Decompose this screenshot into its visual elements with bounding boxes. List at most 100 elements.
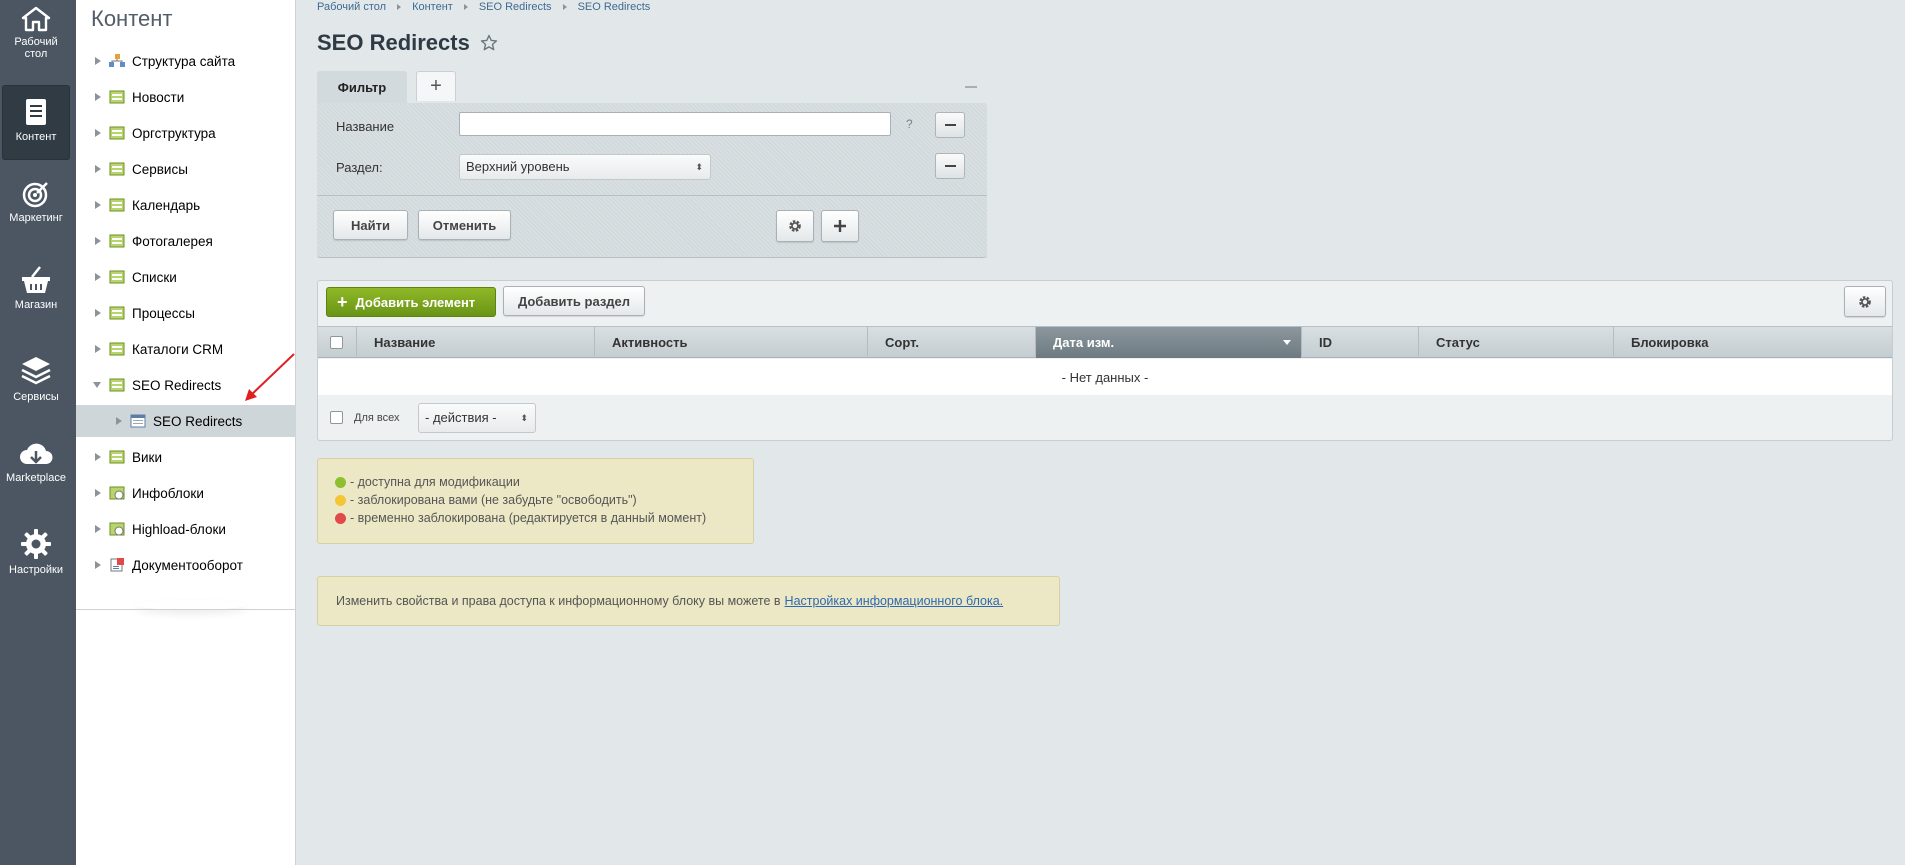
collapse-arrow-icon[interactable] — [93, 382, 101, 388]
menu-item-settings[interactable]: Настройки — [2, 528, 70, 583]
expand-arrow-icon[interactable] — [95, 489, 101, 497]
filter-tab[interactable]: Фильтр — [317, 71, 407, 103]
column-header-sort[interactable]: Сорт. — [868, 327, 1036, 358]
tree-item-label: Списки — [132, 269, 177, 285]
tree-item-photogallery[interactable]: Фотогалерея — [76, 225, 296, 257]
menu-item-services[interactable]: Сервисы — [2, 355, 70, 410]
notice-text: Изменить свойства и права доступа к инфо… — [336, 594, 781, 608]
iblock-settings-link[interactable]: Настройках информационного блока. — [785, 594, 1004, 608]
tree-item-seo-redirects-iblock[interactable]: SEO Redirects — [76, 405, 296, 437]
expand-arrow-icon[interactable] — [95, 237, 101, 245]
grid-settings-button[interactable] — [1844, 286, 1886, 317]
add-filter-field-button[interactable] — [821, 210, 859, 242]
filter-divider — [317, 195, 987, 196]
select-caret-icon: ⬍ — [520, 413, 528, 423]
apply-to-all-label: Для всех — [354, 412, 400, 424]
expand-arrow-icon[interactable] — [95, 165, 101, 173]
iblock-folder-icon — [109, 342, 125, 356]
column-header-date-modified[interactable]: Дата изм. — [1036, 327, 1302, 358]
empty-message: - Нет данных - — [1061, 369, 1149, 385]
column-header-id[interactable]: ID — [1302, 327, 1419, 358]
legend-text: - временно заблокирована (редактируется … — [350, 511, 707, 525]
remove-section-filter-button[interactable] — [935, 153, 965, 179]
minus-icon — [944, 124, 956, 126]
expand-arrow-icon[interactable] — [95, 561, 101, 569]
iblock-folder-icon — [109, 162, 125, 176]
gear-icon — [789, 220, 801, 232]
tree-item-processes[interactable]: Процессы — [76, 297, 296, 329]
tree-item-label: Инфоблоки — [132, 485, 204, 501]
expand-arrow-icon[interactable] — [95, 93, 101, 101]
expand-arrow-icon[interactable] — [95, 525, 101, 533]
add-filter-tab-button[interactable]: + — [416, 71, 456, 101]
iblock-folder-icon — [109, 126, 125, 140]
yellow-status-dot-icon — [335, 494, 346, 506]
main-menu-sidebar: Рабочий стол Контент Маркетинг Магазин С… — [0, 0, 76, 865]
group-actions-select[interactable]: - действия - ⬍ — [418, 403, 536, 433]
tree-item-infoblocks[interactable]: Инфоблоки — [76, 477, 296, 509]
tree-item-docflow[interactable]: Документооборот — [76, 549, 296, 581]
add-element-button[interactable]: + Добавить элемент — [326, 287, 496, 317]
tree-item-news[interactable]: Новости — [76, 81, 296, 113]
apply-to-all-checkbox[interactable] — [330, 411, 343, 424]
help-icon[interactable]: ? — [906, 117, 913, 131]
menu-item-content[interactable]: Контент — [2, 85, 70, 160]
section-select[interactable]: Верхний уровень ⬍ — [459, 154, 711, 180]
find-button[interactable]: Найти — [333, 210, 408, 240]
column-header-lock[interactable]: Блокировка — [1614, 327, 1892, 358]
menu-item-shop[interactable]: Магазин — [2, 265, 70, 320]
green-status-dot-icon — [335, 476, 346, 488]
expand-arrow-icon[interactable] — [95, 345, 101, 353]
cancel-button[interactable]: Отменить — [418, 210, 511, 240]
column-header-active[interactable]: Активность — [595, 327, 868, 358]
basket-icon — [22, 266, 50, 293]
tree-item-lists[interactable]: Списки — [76, 261, 296, 293]
docflow-icon — [110, 558, 124, 572]
breadcrumb-link[interactable]: Рабочий стол — [317, 1, 386, 13]
expand-arrow-icon[interactable] — [95, 273, 101, 281]
select-all-checkbox[interactable] — [330, 336, 343, 349]
filter-collapse-icon[interactable] — [965, 86, 977, 88]
tree-item-wiki[interactable]: Вики — [76, 441, 296, 473]
tree-item-label: Календарь — [132, 197, 201, 213]
tree-item-services[interactable]: Сервисы — [76, 153, 296, 185]
tree-item-highload[interactable]: Highload-блоки — [76, 513, 296, 545]
expand-arrow-icon[interactable] — [95, 57, 101, 65]
expand-arrow-icon[interactable] — [95, 453, 101, 461]
breadcrumb-link[interactable]: SEO Redirects — [479, 1, 552, 13]
name-filter-input[interactable] — [459, 112, 891, 136]
expand-arrow-icon[interactable] — [95, 129, 101, 137]
menu-item-marketplace[interactable]: Marketplace — [2, 442, 70, 497]
remove-name-filter-button[interactable] — [935, 112, 965, 138]
breadcrumb-separator-icon — [397, 4, 402, 10]
expand-arrow-icon[interactable] — [95, 309, 101, 317]
expand-arrow-icon[interactable] — [116, 417, 122, 425]
minus-icon — [944, 165, 956, 167]
expand-arrow-icon[interactable] — [95, 201, 101, 209]
add-section-button[interactable]: Добавить раздел — [503, 286, 645, 316]
tree-item-label: Структура сайта — [132, 53, 236, 69]
breadcrumb-link[interactable]: Контент — [412, 1, 453, 13]
menu-item-marketing[interactable]: Маркетинг — [2, 180, 70, 235]
tree-divider — [76, 609, 296, 610]
breadcrumb-link[interactable]: SEO Redirects — [578, 1, 651, 13]
annotation-arrow-icon — [245, 353, 295, 401]
menu-item-label: Рабочий — [14, 36, 58, 48]
plus-icon — [834, 220, 846, 232]
gear-icon — [21, 529, 51, 559]
section-select-value: Верхний уровень — [466, 159, 570, 174]
star-icon[interactable] — [480, 34, 498, 52]
tree-item-site-structure[interactable]: Структура сайта — [76, 45, 296, 77]
menu-item-desktop[interactable]: Рабочий стол — [2, 6, 70, 68]
column-header-status[interactable]: Статус — [1419, 327, 1614, 358]
iblock-folder-icon — [109, 198, 125, 212]
tree-item-label: SEO Redirects — [132, 377, 222, 393]
name-filter-label: Название — [336, 119, 395, 134]
filter-settings-button[interactable] — [776, 210, 814, 242]
tree-item-calendar[interactable]: Календарь — [76, 189, 296, 221]
menu-item-label: Контент — [15, 131, 57, 143]
column-header-name[interactable]: Название — [357, 327, 595, 358]
highload-icon — [109, 522, 125, 536]
tree-item-orgstructure[interactable]: Оргструктура — [76, 117, 296, 149]
content-tree-panel: Контент Структура сайта Новости Оргструк… — [76, 0, 296, 865]
